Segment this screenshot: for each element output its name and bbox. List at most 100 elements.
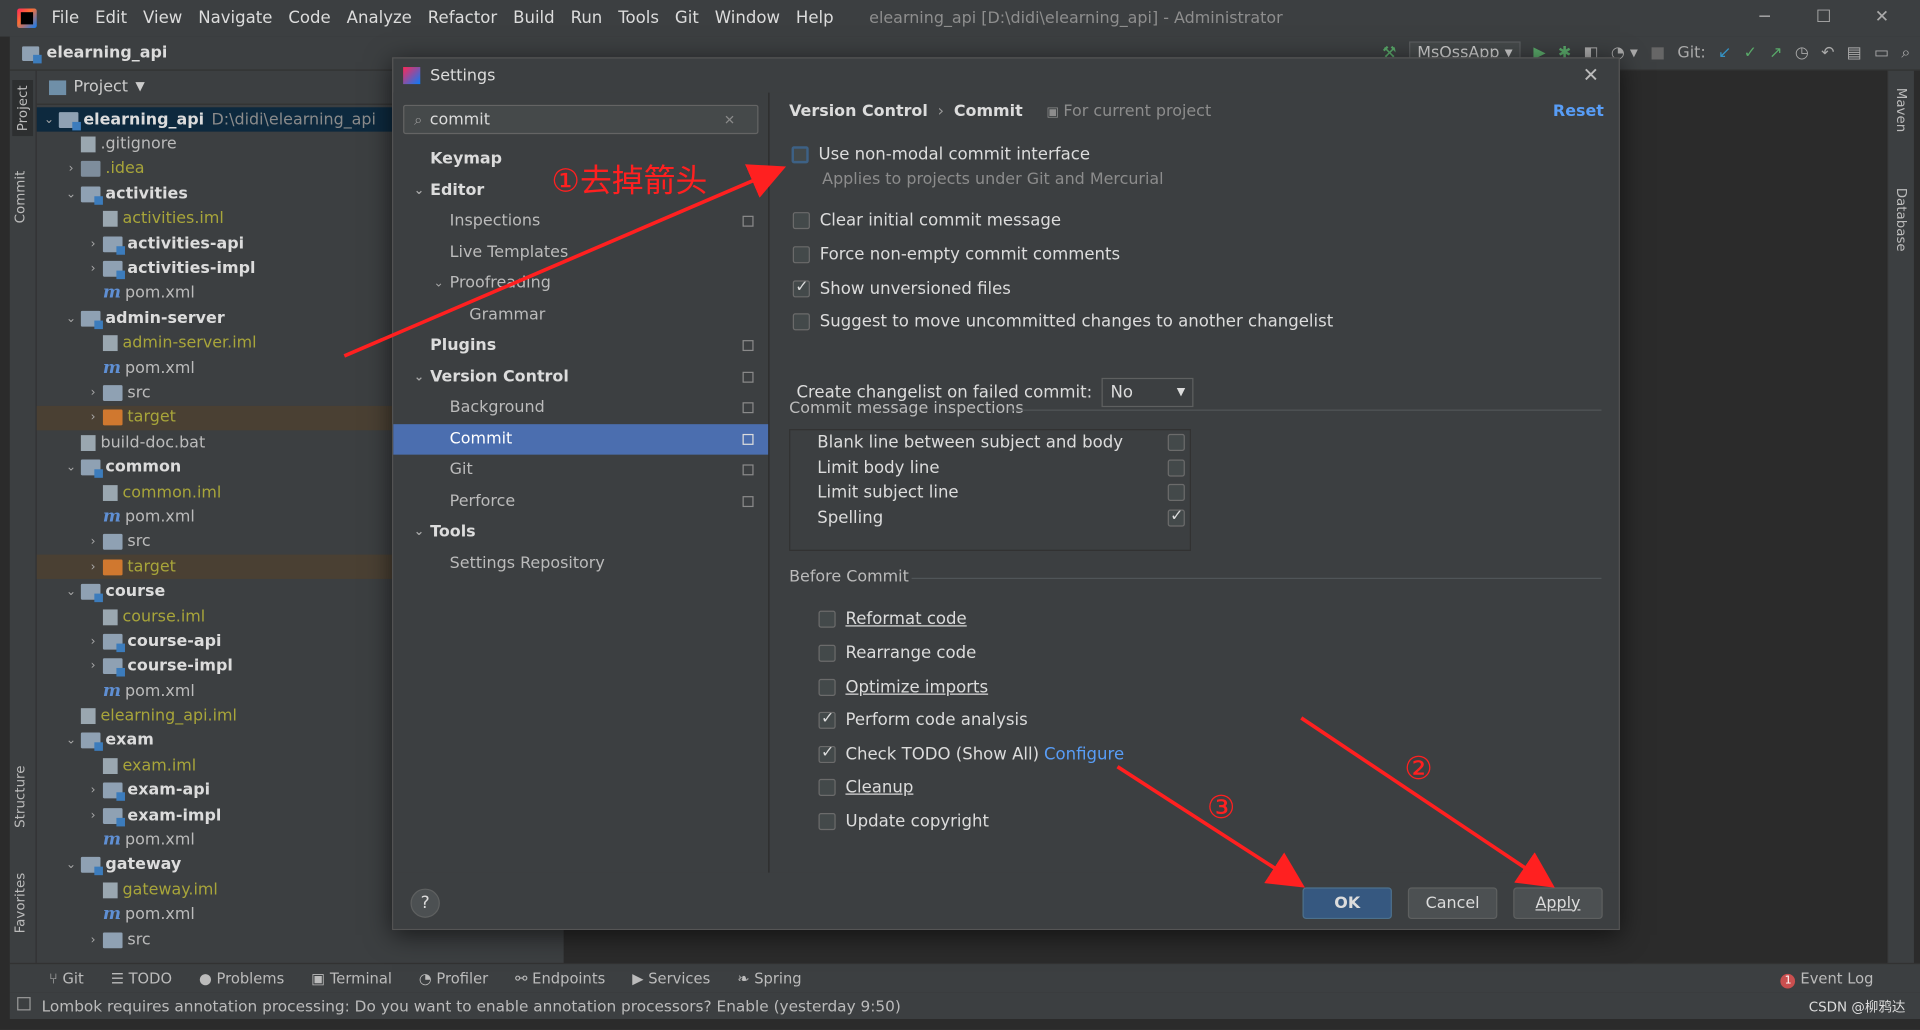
project-view-select[interactable]: Project [74, 78, 129, 96]
checkbox-box[interactable] [1167, 459, 1185, 477]
menu-edit[interactable]: Edit [95, 9, 127, 29]
search-input[interactable] [429, 110, 724, 129]
checkbox-box[interactable] [818, 778, 836, 796]
chevron-right-icon[interactable]: › [86, 262, 101, 275]
settings-item-background[interactable]: Background [393, 392, 768, 423]
project-structure-icon[interactable]: ▤ [1847, 44, 1862, 62]
problems-tool-button[interactable]: ● Problems [199, 970, 284, 987]
non-modal-checkbox[interactable]: Use non-modal commit interface [791, 145, 1090, 165]
minimize-icon[interactable]: ─ [1760, 7, 1770, 27]
checkbox-box[interactable] [792, 212, 810, 230]
optimize-imports-checkbox[interactable]: Optimize imports [818, 678, 988, 697]
status-toggle-icon[interactable] [17, 997, 31, 1011]
settings-item-inspections[interactable]: Inspections [393, 206, 768, 237]
update-copyright-checkbox[interactable]: Update copyright [818, 812, 989, 831]
search-everywhere-icon[interactable]: ⌕ [1901, 44, 1910, 62]
settings-item-plugins[interactable]: Plugins [393, 330, 768, 361]
chevron-down-icon[interactable]: ⌄ [64, 461, 79, 474]
chevron-right-icon[interactable]: › [86, 237, 101, 250]
checkbox-box[interactable] [818, 610, 836, 628]
menu-tools[interactable]: Tools [618, 9, 659, 29]
inspection-row-blank-line[interactable]: Blank line between subject and body [790, 430, 1189, 455]
close-window-icon[interactable]: ✕ [1875, 7, 1889, 27]
chevron-right-icon[interactable]: › [86, 411, 101, 424]
code-analysis-checkbox[interactable]: Perform code analysis [818, 709, 1028, 730]
settings-search[interactable]: ⌕ ✕ [403, 104, 759, 135]
chevron-down-icon[interactable]: ⌄ [42, 113, 57, 126]
checkbox-box[interactable] [791, 146, 809, 164]
maven-tool-tab[interactable]: Maven [1893, 88, 1909, 132]
terminal-tool-button[interactable]: ▣ Terminal [311, 970, 392, 987]
cancel-button[interactable]: Cancel [1407, 887, 1498, 920]
chevron-right-icon[interactable]: › [86, 809, 101, 822]
project-tool-tab[interactable]: Project [12, 80, 34, 137]
settings-item-settings-repository[interactable]: Settings Repository [393, 548, 768, 579]
window-icon[interactable]: ▭ [1874, 44, 1889, 62]
chevron-right-icon[interactable]: › [86, 660, 101, 673]
menu-refactor[interactable]: Refactor [428, 9, 497, 29]
menu-build[interactable]: Build [513, 9, 555, 29]
rollback-icon[interactable]: ↶ [1821, 44, 1834, 62]
help-button[interactable]: ? [410, 888, 440, 918]
chevron-down-icon[interactable]: ⌄ [64, 859, 79, 872]
stop-icon[interactable]: ■ [1650, 44, 1665, 62]
checkbox-box[interactable] [1167, 484, 1185, 502]
commit-tool-tab[interactable]: Commit [12, 171, 28, 224]
history-icon[interactable]: ◷ [1795, 44, 1809, 62]
settings-item-proofreading[interactable]: ⌄ Proofreading [393, 268, 768, 299]
git-commit-icon[interactable]: ✓ [1744, 44, 1757, 62]
checkbox-box[interactable] [818, 813, 836, 831]
favorites-tool-tab[interactable]: Favorites [12, 873, 28, 934]
show-unversioned-checkbox[interactable]: Show unversioned files [792, 278, 1011, 299]
chevron-down-icon[interactable]: ⌄ [410, 370, 427, 383]
reformat-code-checkbox[interactable]: Reformat code [818, 609, 967, 629]
force-non-empty-checkbox[interactable]: Force non-empty commit comments [792, 245, 1120, 265]
clear-initial-message-checkbox[interactable]: Clear initial commit message [792, 211, 1061, 230]
cleanup-checkbox[interactable]: Cleanup [818, 778, 913, 797]
close-icon[interactable]: ✕ [1583, 63, 1599, 86]
spring-tool-button[interactable]: ❧ Spring [737, 970, 801, 987]
ok-button[interactable]: OK [1302, 887, 1392, 920]
event-log-button[interactable]: 1 Event Log [1780, 970, 1873, 989]
menu-code[interactable]: Code [288, 9, 330, 29]
checkbox-box[interactable] [792, 278, 810, 298]
rearrange-code-checkbox[interactable]: Rearrange code [818, 644, 976, 663]
checkbox-box[interactable] [1167, 507, 1185, 527]
settings-item-grammar[interactable]: Grammar [393, 299, 768, 330]
menu-view[interactable]: View [143, 9, 182, 29]
inspection-row-spelling[interactable]: Spelling [790, 505, 1189, 530]
checkbox-box[interactable] [818, 644, 836, 662]
chevron-right-icon[interactable]: › [86, 386, 101, 399]
chevron-down-icon[interactable]: ⌄ [410, 184, 427, 197]
menu-help[interactable]: Help [796, 9, 834, 29]
chevron-right-icon[interactable]: › [86, 784, 101, 797]
todo-tool-button[interactable]: ☰ TODO [111, 970, 172, 987]
structure-tool-tab[interactable]: Structure [12, 765, 28, 827]
chevron-right-icon[interactable]: › [86, 535, 101, 548]
chevron-right-icon[interactable]: › [64, 163, 79, 176]
endpoints-tool-button[interactable]: ⚯ Endpoints [515, 970, 605, 987]
status-message[interactable]: Lombok requires annotation processing: D… [42, 996, 901, 1014]
settings-item-live-templates[interactable]: Live Templates [393, 237, 768, 268]
check-todo-checkbox[interactable]: Check TODO (Show All)Configure [818, 744, 1124, 765]
chevron-down-icon[interactable]: ▼ [135, 80, 144, 93]
create-changelist-select[interactable]: No ▼ [1101, 377, 1194, 408]
inspection-row-limit-body[interactable]: Limit body line [790, 455, 1189, 480]
menu-run[interactable]: Run [571, 9, 603, 29]
settings-item-version-control[interactable]: ⌄ Version Control [393, 361, 768, 392]
chevron-down-icon[interactable]: ⌄ [64, 312, 79, 325]
configure-link[interactable]: Configure [1044, 745, 1124, 765]
menu-window[interactable]: Window [715, 9, 780, 29]
chevron-down-icon[interactable]: ⌄ [64, 188, 79, 201]
git-push-icon[interactable]: ↗ [1769, 44, 1782, 62]
chevron-down-icon[interactable]: ⌄ [430, 277, 447, 290]
suggest-move-checkbox[interactable]: Suggest to move uncommitted changes to a… [792, 312, 1333, 332]
nav-project-name[interactable]: elearning_api [47, 44, 168, 62]
checkbox-box[interactable] [818, 678, 836, 696]
settings-item-perforce[interactable]: Perforce [393, 486, 768, 517]
services-tool-button[interactable]: ▶ Services [632, 970, 710, 987]
checkbox-box[interactable] [1167, 434, 1185, 452]
chevron-right-icon[interactable]: › [86, 560, 101, 573]
apply-button[interactable]: Apply [1513, 887, 1603, 920]
menu-git[interactable]: Git [675, 9, 699, 29]
